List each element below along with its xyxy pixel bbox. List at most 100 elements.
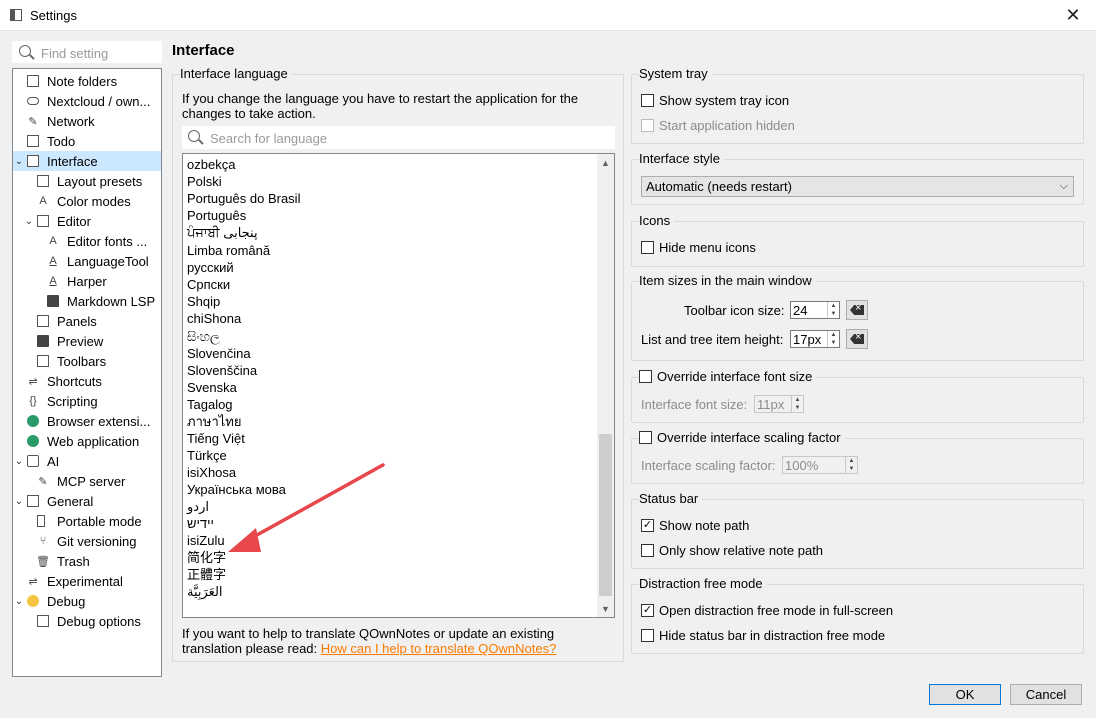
language-item[interactable]: ภาษาไทย xyxy=(187,413,241,430)
spin-down-icon[interactable]: ▼ xyxy=(828,339,839,347)
toolbar-icon-size-spinbox[interactable]: 24 ▲ ▼ xyxy=(790,301,840,319)
language-item[interactable]: Português xyxy=(187,207,246,224)
language-item[interactable]: Tiếng Việt xyxy=(187,430,245,447)
language-item[interactable]: isiZulu xyxy=(187,532,225,549)
checkbox[interactable] xyxy=(639,431,652,444)
language-item[interactable]: ozbekça xyxy=(187,156,235,173)
spin-down-icon[interactable]: ▼ xyxy=(846,465,857,473)
sidebar-item-network[interactable]: ✎ Network xyxy=(13,111,161,131)
language-item[interactable]: Tagalog xyxy=(187,396,233,413)
checkbox[interactable] xyxy=(641,629,654,642)
language-item[interactable]: Português do Brasil xyxy=(187,190,300,207)
spin-down-icon[interactable]: ▼ xyxy=(792,404,803,412)
hide-menu-icons-checkbox[interactable]: Hide menu icons xyxy=(641,240,756,255)
language-item[interactable]: יידיש xyxy=(187,515,214,532)
sidebar-item-ai[interactable]: AI xyxy=(13,451,161,471)
spin-up-icon[interactable]: ▲ xyxy=(828,331,839,339)
sidebar-item-note-folders[interactable]: Note folders xyxy=(13,71,161,91)
chevron-down-icon[interactable]: ⌄ xyxy=(14,496,24,507)
show-note-path-checkbox[interactable]: ✓ Show note path xyxy=(641,518,749,533)
language-item[interactable]: Türkçe xyxy=(187,447,227,464)
language-item[interactable]: Polski xyxy=(187,173,222,190)
interface-style-select[interactable]: Automatic (needs restart) ⌵ xyxy=(641,176,1074,197)
sidebar-item-nextcloud[interactable]: Nextcloud / own... xyxy=(13,91,161,111)
sidebar-item-web-application[interactable]: Web application xyxy=(13,431,161,451)
checkbox-checked[interactable]: ✓ xyxy=(641,519,654,532)
language-item[interactable]: Limba română xyxy=(187,242,270,259)
spin-down-icon[interactable]: ▼ xyxy=(828,310,839,318)
distraction-free-fullscreen-checkbox[interactable]: ✓ Open distraction free mode in full-scre… xyxy=(641,603,893,618)
checkbox[interactable] xyxy=(639,370,652,383)
chevron-down-icon[interactable]: ⌄ xyxy=(14,456,24,467)
sidebar-item-color-modes[interactable]: A Color modes xyxy=(13,191,161,211)
find-setting-search[interactable] xyxy=(12,41,162,63)
sidebar-item-browser-extension[interactable]: Browser extensi... xyxy=(13,411,161,431)
show-system-tray-checkbox[interactable]: Show system tray icon xyxy=(641,93,789,108)
language-item[interactable]: اردو xyxy=(187,498,209,515)
sidebar-item-git-versioning[interactable]: ⑂ Git versioning xyxy=(13,531,161,551)
sidebar-item-panels[interactable]: Panels xyxy=(13,311,161,331)
language-search-input[interactable] xyxy=(210,129,610,147)
sidebar-item-markdown-lsp[interactable]: Markdown LSP xyxy=(13,291,161,311)
close-window-button[interactable]: ✕ xyxy=(1050,0,1096,31)
language-item[interactable]: Українська мова xyxy=(187,481,286,498)
sidebar-item-mcp-server[interactable]: ✎ MCP server xyxy=(13,471,161,491)
interface-font-size-spinbox[interactable]: 11px ▲ ▼ xyxy=(754,395,804,413)
sidebar-item-shortcuts[interactable]: ⇌ Shortcuts xyxy=(13,371,161,391)
cancel-button[interactable]: Cancel xyxy=(1010,684,1082,705)
reset-list-item-height-button[interactable] xyxy=(846,329,868,349)
language-item[interactable]: русский xyxy=(187,259,234,276)
ok-button[interactable]: OK xyxy=(929,684,1001,705)
scroll-up-arrow-icon[interactable]: ▲ xyxy=(597,154,614,171)
scroll-down-arrow-icon[interactable]: ▼ xyxy=(597,600,614,617)
language-item[interactable]: 简化字 xyxy=(187,549,226,566)
language-item[interactable]: Shqip xyxy=(187,293,220,310)
chevron-down-icon[interactable]: ⌄ xyxy=(14,596,24,607)
checkbox-checked[interactable]: ✓ xyxy=(641,604,654,617)
scroll-thumb[interactable] xyxy=(599,434,612,596)
relative-note-path-checkbox[interactable]: Only show relative note path xyxy=(641,543,823,558)
language-item[interactable]: සිංහල xyxy=(187,328,220,345)
sidebar-item-portable-mode[interactable]: Portable mode xyxy=(13,511,161,531)
spin-up-icon[interactable]: ▲ xyxy=(846,457,857,465)
chevron-down-icon[interactable]: ⌄ xyxy=(24,216,34,227)
sidebar-item-editor[interactable]: Editor xyxy=(13,211,161,231)
language-item[interactable]: 正體字 xyxy=(187,566,226,583)
sidebar-item-harper[interactable]: A Harper xyxy=(13,271,161,291)
sidebar-item-layout-presets[interactable]: Layout presets xyxy=(13,171,161,191)
override-font-size-checkbox[interactable]: Override interface font size xyxy=(639,369,817,384)
override-scaling-checkbox[interactable]: Override interface scaling factor xyxy=(639,430,845,445)
language-item[interactable]: العَرَبِيَّة xyxy=(187,583,223,600)
sidebar-item-languagetool[interactable]: A LanguageTool xyxy=(13,251,161,271)
checkbox[interactable] xyxy=(641,241,654,254)
language-item[interactable]: Slovenčina xyxy=(187,345,251,362)
language-item[interactable]: Slovenščina xyxy=(187,362,257,379)
language-item[interactable]: isiXhosa xyxy=(187,464,236,481)
sidebar-item-preview[interactable]: Preview xyxy=(13,331,161,351)
interface-scaling-spinbox[interactable]: 100% ▲ ▼ xyxy=(782,456,858,474)
sidebar-item-editor-fonts[interactable]: A Editor fonts ... xyxy=(13,231,161,251)
find-setting-input[interactable] xyxy=(41,44,159,62)
language-search[interactable] xyxy=(182,126,615,149)
settings-navigation-tree[interactable]: Note folders Nextcloud / own... ✎ Network… xyxy=(12,68,162,677)
distraction-free-hide-status-checkbox[interactable]: Hide status bar in distraction free mode xyxy=(641,628,885,643)
sidebar-item-debug-options[interactable]: Debug options xyxy=(13,611,161,631)
checkbox[interactable] xyxy=(641,94,654,107)
sidebar-item-general[interactable]: General xyxy=(13,491,161,511)
sidebar-item-toolbars[interactable]: Toolbars xyxy=(13,351,161,371)
checkbox[interactable] xyxy=(641,544,654,557)
sidebar-item-interface[interactable]: Interface xyxy=(13,151,161,171)
language-item[interactable]: Svenska xyxy=(187,379,237,396)
spin-up-icon[interactable]: ▲ xyxy=(828,302,839,310)
checkbox[interactable] xyxy=(641,119,654,132)
translation-help-link[interactable]: How can I help to translate QOwnNotes? xyxy=(321,641,557,656)
spin-up-icon[interactable]: ▲ xyxy=(792,396,803,404)
sidebar-item-debug[interactable]: Debug xyxy=(13,591,161,611)
sidebar-item-scripting[interactable]: {} Scripting xyxy=(13,391,161,411)
language-item[interactable]: Српски xyxy=(187,276,230,293)
reset-toolbar-icon-size-button[interactable] xyxy=(846,300,868,320)
sidebar-item-trash[interactable]: 🗑 Trash xyxy=(13,551,161,571)
list-item-height-spinbox[interactable]: 17px ▲ ▼ xyxy=(790,330,840,348)
sidebar-item-experimental[interactable]: ⇌ Experimental xyxy=(13,571,161,591)
language-list-scrollbar[interactable]: ▲ ▼ xyxy=(597,154,614,617)
